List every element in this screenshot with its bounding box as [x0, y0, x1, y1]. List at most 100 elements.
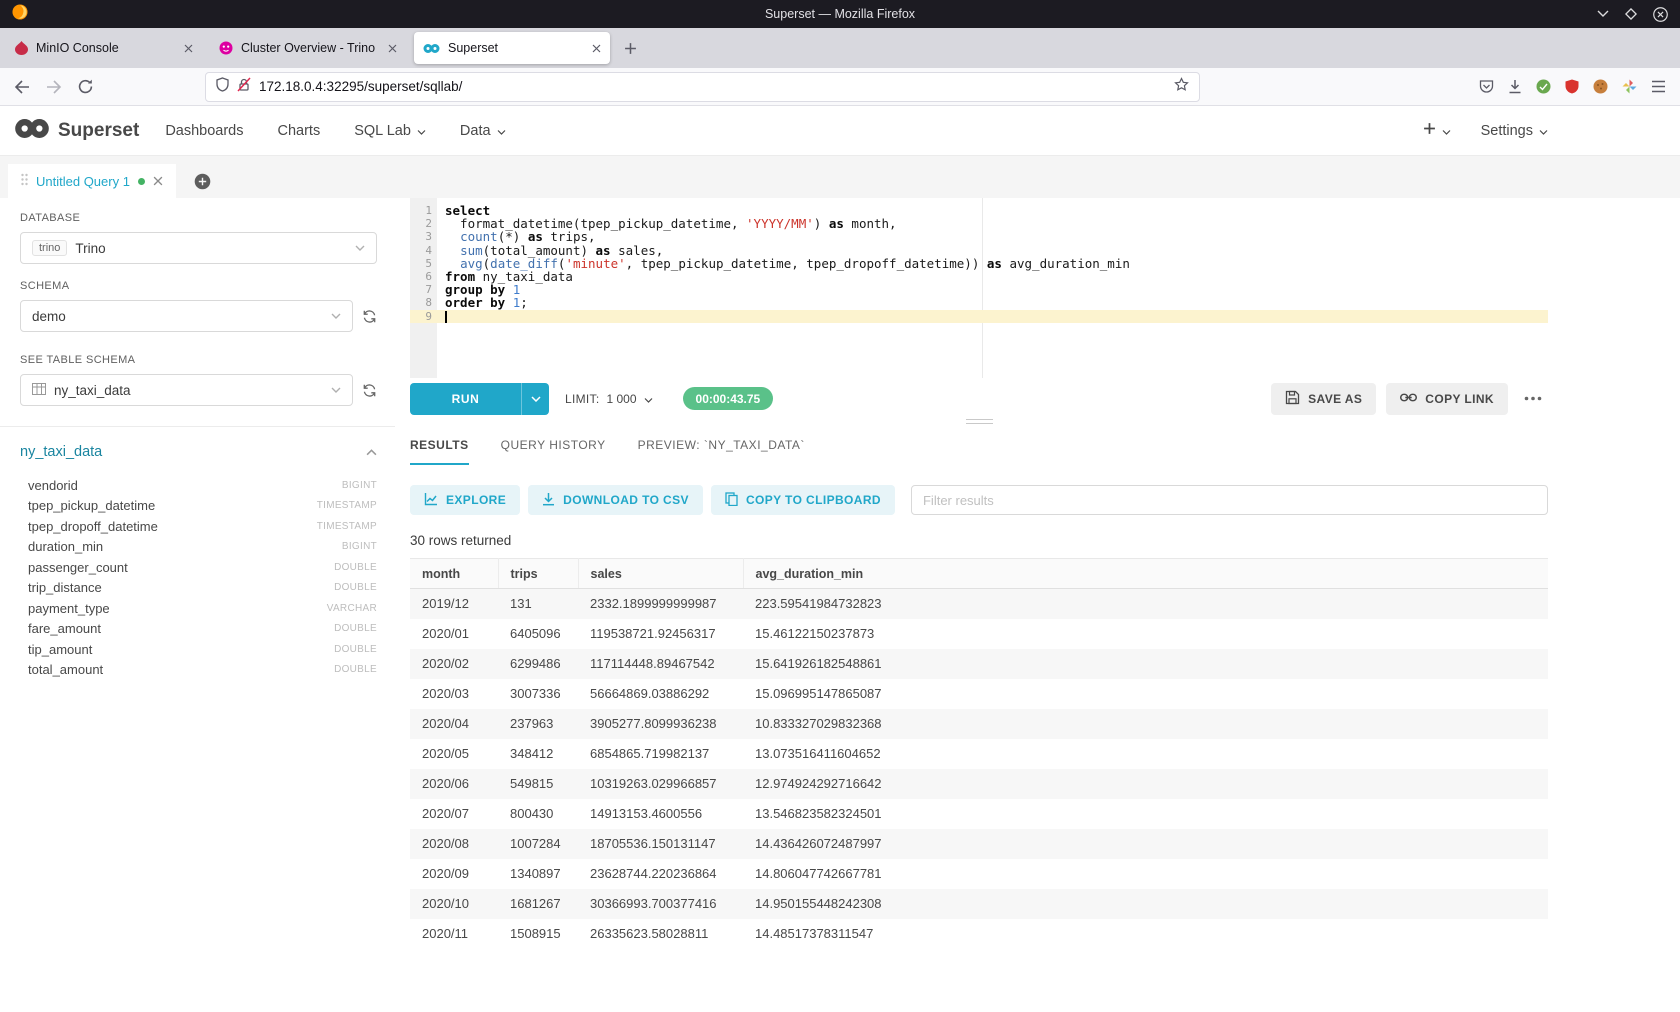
refresh-schemas-icon[interactable]: [362, 309, 377, 324]
line-number: 8: [410, 296, 437, 309]
column-header-month[interactable]: month: [410, 559, 498, 589]
query-tab[interactable]: Untitled Query 1: [8, 164, 176, 198]
reload-button[interactable]: [74, 75, 97, 98]
new-item-button[interactable]: [1423, 122, 1451, 139]
results-header-row: monthtripssalesavg_duration_min: [410, 559, 1548, 589]
close-tab-icon[interactable]: [153, 174, 163, 189]
copy-clipboard-button[interactable]: COPY TO CLIPBOARD: [711, 485, 895, 515]
table-row[interactable]: 2020/03300733656664869.0388629215.096995…: [410, 679, 1548, 709]
column-header-avg-duration-min[interactable]: avg_duration_min: [743, 559, 1548, 589]
forward-button[interactable]: [42, 76, 66, 98]
table-cell: 30366993.700377416: [578, 889, 743, 919]
bookmark-star-icon[interactable]: [1174, 77, 1189, 97]
table-row[interactable]: 2020/09134089723628744.22023686414.80604…: [410, 859, 1548, 889]
tab-close-icon[interactable]: [184, 44, 193, 53]
chevron-down-icon: [497, 123, 506, 139]
extension-icon-cookie[interactable]: [1593, 79, 1608, 94]
table-row[interactable]: 2020/08100728418705536.15013114714.43642…: [410, 829, 1548, 859]
column-header-trips[interactable]: trips: [498, 559, 578, 589]
browser-tab-superset[interactable]: Superset: [414, 32, 610, 64]
sqllab-sidebar: DATABASE trino Trino SCHEMA demo SEE TAB…: [0, 198, 395, 1012]
tab-close-icon[interactable]: [388, 44, 397, 53]
table-select[interactable]: ny_taxi_data: [20, 374, 353, 406]
shield-icon[interactable]: [216, 77, 229, 97]
nav-item-data[interactable]: Data: [460, 123, 506, 139]
editor-line[interactable]: 5 avg(date_diff('minute', tpep_pickup_da…: [410, 257, 1548, 270]
close-button[interactable]: [1653, 7, 1668, 22]
url-input[interactable]: [259, 79, 1166, 94]
download-csv-button[interactable]: DOWNLOAD TO CSV: [528, 485, 703, 515]
table-row[interactable]: 2020/0780043014913153.460055613.54682358…: [410, 799, 1548, 829]
tab-results[interactable]: RESULTS: [410, 427, 469, 465]
tab-preview-ny-taxi-data[interactable]: PREVIEW: `NY_TAXI_DATA`: [638, 427, 805, 465]
extension-icon-green[interactable]: [1536, 79, 1551, 94]
table-cell: 1340897: [498, 859, 578, 889]
lock-insecure-icon[interactable]: [237, 77, 251, 97]
browser-tab-cluster-overview-trino[interactable]: Cluster Overview - Trino: [210, 32, 406, 64]
database-select[interactable]: trino Trino: [20, 232, 377, 264]
column-type: DOUBLE: [334, 582, 377, 593]
downloads-icon[interactable]: [1508, 79, 1522, 94]
minimize-button[interactable]: [1597, 10, 1609, 18]
superset-brand[interactable]: Superset: [14, 118, 139, 144]
code-text: order by 1;: [437, 296, 528, 309]
table-panel-title[interactable]: ny_taxi_data: [20, 444, 102, 460]
url-bar[interactable]: [205, 72, 1200, 102]
pocket-icon[interactable]: [1479, 79, 1494, 94]
editor-line[interactable]: 9: [410, 310, 1548, 323]
add-query-tab-button[interactable]: [194, 173, 211, 190]
table-row[interactable]: 2020/10168126730366993.70037741614.95015…: [410, 889, 1548, 919]
column-name: fare_amount: [28, 621, 101, 636]
run-button[interactable]: RUN: [410, 383, 521, 415]
save-as-button[interactable]: SAVE AS: [1271, 383, 1376, 415]
sql-editor[interactable]: 1select2 format_datetime(tpep_pickup_dat…: [410, 198, 1548, 378]
table-row[interactable]: 2020/053484126854865.71998213713.0735164…: [410, 739, 1548, 769]
table-value: ny_taxi_data: [54, 383, 131, 398]
refresh-tables-icon[interactable]: [362, 383, 377, 398]
nav-item-sql-lab[interactable]: SQL Lab: [354, 123, 426, 139]
table-row[interactable]: 2020/0654981510319263.02996685712.974924…: [410, 769, 1548, 799]
table-row[interactable]: 2020/042379633905277.809993623810.833327…: [410, 709, 1548, 739]
column-row-vendorid: vendoridBIGINT: [20, 475, 377, 496]
settings-menu[interactable]: Settings: [1481, 123, 1548, 139]
schema-select[interactable]: demo: [20, 300, 353, 332]
editor-line[interactable]: 7group by 1: [410, 283, 1548, 296]
nav-item-dashboards[interactable]: Dashboards: [165, 123, 243, 139]
minio-icon: [15, 41, 28, 55]
column-name: duration_min: [28, 539, 103, 554]
editor-line[interactable]: 8order by 1;: [410, 296, 1548, 309]
trino-icon: [219, 41, 233, 55]
tab-close-icon[interactable]: [592, 44, 601, 53]
table-row[interactable]: 2019/121312332.1899999999987223.59541984…: [410, 589, 1548, 619]
titlebar[interactable]: Superset — Mozilla Firefox: [0, 0, 1680, 28]
pane-resize-handle[interactable]: [410, 415, 1548, 427]
sqllab-workspace: DATABASE trino Trino SCHEMA demo SEE TAB…: [0, 198, 1680, 1012]
table-row[interactable]: 2020/016405096119538721.9245631715.46122…: [410, 619, 1548, 649]
nav-item-charts[interactable]: Charts: [278, 123, 321, 139]
extension-icon-shield[interactable]: [1565, 79, 1579, 94]
back-button[interactable]: [10, 76, 34, 98]
table-row[interactable]: 2020/11150891526335623.5802881114.485173…: [410, 919, 1548, 942]
limit-dropdown[interactable]: LIMIT: 1 000: [565, 392, 653, 406]
browser-tab-minio-console[interactable]: MinIO Console: [6, 32, 202, 64]
explore-button[interactable]: EXPLORE: [410, 485, 520, 515]
settings-label: Settings: [1481, 123, 1533, 139]
menu-icon[interactable]: [1651, 80, 1666, 93]
editor-line[interactable]: 6from ny_taxi_data: [410, 270, 1548, 283]
chevron-up-icon[interactable]: [366, 449, 377, 456]
drag-handle-icon[interactable]: [21, 173, 28, 189]
filter-results-input[interactable]: [911, 485, 1548, 515]
query-timer-badge: 00:00:43.75: [683, 387, 774, 410]
run-dropdown-button[interactable]: [521, 383, 549, 415]
copy-link-button[interactable]: COPY LINK: [1386, 383, 1508, 415]
more-options-button[interactable]: [1518, 396, 1548, 401]
resize-grip-lines: [966, 419, 993, 424]
extension-icon-pinwheel[interactable]: [1622, 79, 1637, 94]
tab-query-history[interactable]: QUERY HISTORY: [501, 427, 606, 465]
table-row[interactable]: 2020/026299486117114448.8946754215.64192…: [410, 649, 1548, 679]
table-cell: 2020/10: [410, 889, 498, 919]
new-tab-button[interactable]: [618, 42, 643, 55]
table-cell: 2020/09: [410, 859, 498, 889]
column-header-sales[interactable]: sales: [578, 559, 743, 589]
maximize-button[interactable]: [1625, 8, 1637, 20]
